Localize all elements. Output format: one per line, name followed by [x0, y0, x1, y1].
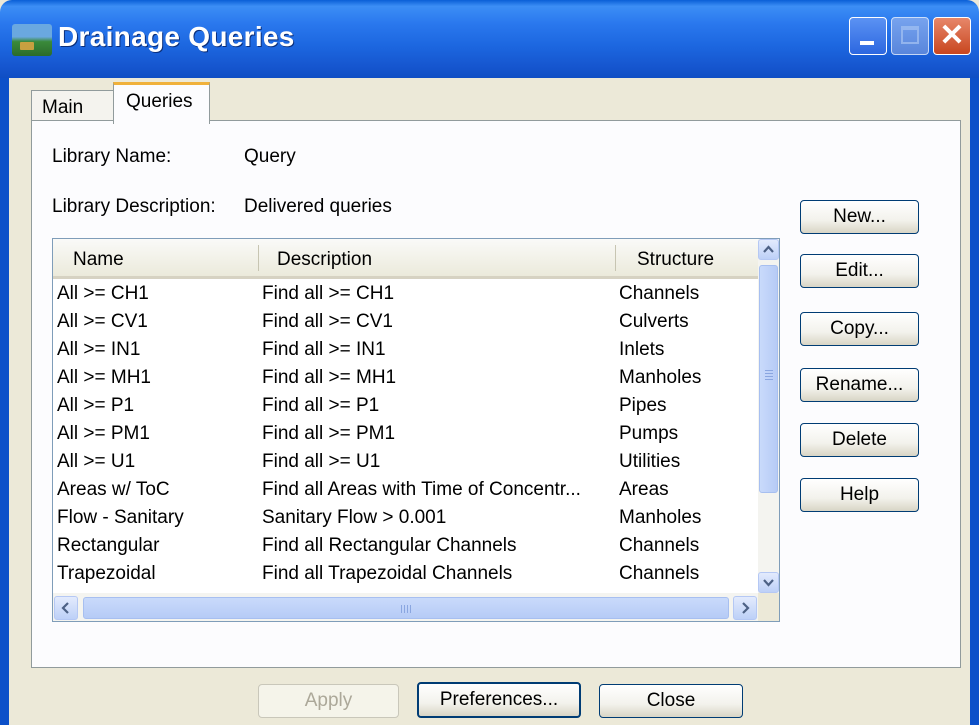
- table-row[interactable]: Rectangular Find all Rectangular Channel…: [53, 534, 758, 561]
- chevron-left-icon: [61, 602, 69, 614]
- row-structure: Pumps: [619, 423, 679, 444]
- column-divider[interactable]: [615, 245, 616, 271]
- table-row[interactable]: All >= P1 Find all >= P1 Pipes: [53, 394, 758, 421]
- preferences-button[interactable]: Preferences...: [417, 682, 581, 718]
- row-description: Find all Areas with Time of Concentr...: [262, 479, 581, 500]
- window-frame-left: [0, 78, 9, 725]
- rename-button[interactable]: Rename...: [800, 368, 919, 402]
- title-bar[interactable]: Drainage Queries ✕: [0, 0, 979, 78]
- row-name: All >= MH1: [57, 367, 151, 388]
- row-name: All >= PM1: [57, 423, 150, 444]
- row-description: Find all >= CV1: [262, 311, 393, 332]
- grip-line: [765, 373, 773, 374]
- minimize-button[interactable]: [849, 17, 887, 55]
- row-description: Find all >= PM1: [262, 423, 396, 444]
- delete-button[interactable]: Delete: [800, 423, 919, 457]
- close-button[interactable]: Close: [599, 684, 743, 718]
- horizontal-scroll-thumb[interactable]: [83, 597, 729, 619]
- list-header: Name Description Structure: [53, 239, 758, 279]
- row-name: All >= IN1: [57, 339, 141, 360]
- table-row[interactable]: All >= CV1 Find all >= CV1 Culverts: [53, 310, 758, 337]
- close-icon: ✕: [939, 19, 965, 52]
- column-header-description[interactable]: Description: [277, 249, 372, 271]
- table-row[interactable]: Trapezoidal Find all Trapezoidal Channel…: [53, 562, 758, 589]
- row-structure: Utilities: [619, 451, 681, 472]
- library-description-value: Delivered queries: [244, 196, 392, 217]
- scroll-right-button[interactable]: [733, 596, 757, 620]
- column-header-name[interactable]: Name: [73, 249, 124, 271]
- row-structure: Areas: [619, 479, 669, 500]
- row-description: Sanitary Flow > 0.001: [262, 507, 447, 528]
- row-structure: Channels: [619, 283, 700, 304]
- row-description: Find all >= CH1: [262, 283, 395, 304]
- edit-button[interactable]: Edit...: [800, 254, 919, 288]
- library-name-label: Library Name:: [52, 146, 172, 167]
- row-name: Areas w/ ToC: [57, 479, 170, 500]
- row-name: All >= U1: [57, 451, 136, 472]
- window-frame-right: [970, 78, 979, 725]
- row-description: Find all >= MH1: [262, 367, 397, 388]
- scroll-left-button[interactable]: [54, 596, 78, 620]
- chevron-down-icon: [763, 579, 774, 587]
- scrollbar-corner: [758, 593, 779, 621]
- row-name: Flow - Sanitary: [57, 507, 184, 528]
- table-row[interactable]: All >= IN1 Find all >= IN1 Inlets: [53, 338, 758, 365]
- new-button[interactable]: New...: [800, 200, 919, 234]
- copy-button[interactable]: Copy...: [800, 312, 919, 346]
- tab-main[interactable]: Main: [31, 90, 114, 122]
- table-row[interactable]: All >= PM1 Find all >= PM1 Pumps: [53, 422, 758, 449]
- grip-line: [404, 605, 405, 613]
- row-name: Rectangular: [57, 535, 160, 556]
- row-name: All >= P1: [57, 395, 135, 416]
- row-name: All >= CH1: [57, 283, 149, 304]
- app-icon: [12, 24, 52, 56]
- row-structure: Channels: [619, 563, 700, 584]
- horizontal-scrollbar[interactable]: [53, 593, 758, 621]
- row-structure: Culverts: [619, 311, 689, 332]
- close-window-button[interactable]: ✕: [933, 17, 971, 55]
- grip-line: [765, 370, 773, 371]
- row-structure: Pipes: [619, 395, 667, 416]
- table-row[interactable]: All >= MH1 Find all >= MH1 Manholes: [53, 366, 758, 393]
- row-structure: Inlets: [619, 339, 665, 360]
- help-button[interactable]: Help: [800, 478, 919, 512]
- library-name-value: Query: [244, 146, 296, 167]
- grip-line: [407, 605, 408, 613]
- library-description-label: Library Description:: [52, 196, 216, 217]
- vertical-scrollbar[interactable]: [758, 239, 779, 593]
- row-name: Trapezoidal: [57, 563, 156, 584]
- apply-button: Apply: [258, 684, 399, 718]
- column-divider[interactable]: [258, 245, 259, 271]
- row-description: Find all >= IN1: [262, 339, 386, 360]
- queries-list[interactable]: Name Description Structure All >= CH1 Fi…: [52, 238, 780, 622]
- column-header-structure[interactable]: Structure: [637, 249, 714, 271]
- tab-queries-label: Queries: [126, 91, 193, 112]
- chevron-up-icon: [763, 245, 774, 253]
- row-structure: Manholes: [619, 507, 702, 528]
- table-row[interactable]: Flow - Sanitary Sanitary Flow > 0.001 Ma…: [53, 506, 758, 533]
- chevron-right-icon: [742, 602, 750, 614]
- row-description: Find all Rectangular Channels: [262, 535, 517, 556]
- vertical-scroll-thumb[interactable]: [759, 265, 778, 493]
- window-title: Drainage Queries: [58, 21, 295, 52]
- row-description: Find all Trapezoidal Channels: [262, 563, 513, 584]
- maximize-button: [891, 17, 929, 55]
- row-structure: Channels: [619, 535, 700, 556]
- grip-line: [410, 605, 411, 613]
- table-row[interactable]: All >= CH1 Find all >= CH1 Channels: [53, 282, 758, 309]
- grip-line: [765, 379, 773, 380]
- row-description: Find all >= U1: [262, 451, 381, 472]
- tab-main-label: Main: [42, 97, 84, 118]
- dialog-window: Drainage Queries ✕ Main Queries Library …: [0, 0, 979, 725]
- scroll-up-button[interactable]: [758, 239, 779, 260]
- grip-line: [401, 605, 402, 613]
- row-name: All >= CV1: [57, 311, 148, 332]
- row-description: Find all >= P1: [262, 395, 380, 416]
- table-row[interactable]: Areas w/ ToC Find all Areas with Time of…: [53, 478, 758, 505]
- tab-queries[interactable]: Queries: [113, 82, 210, 124]
- grip-line: [765, 376, 773, 377]
- row-structure: Manholes: [619, 367, 702, 388]
- scroll-down-button[interactable]: [758, 572, 779, 593]
- table-row[interactable]: All >= U1 Find all >= U1 Utilities: [53, 450, 758, 477]
